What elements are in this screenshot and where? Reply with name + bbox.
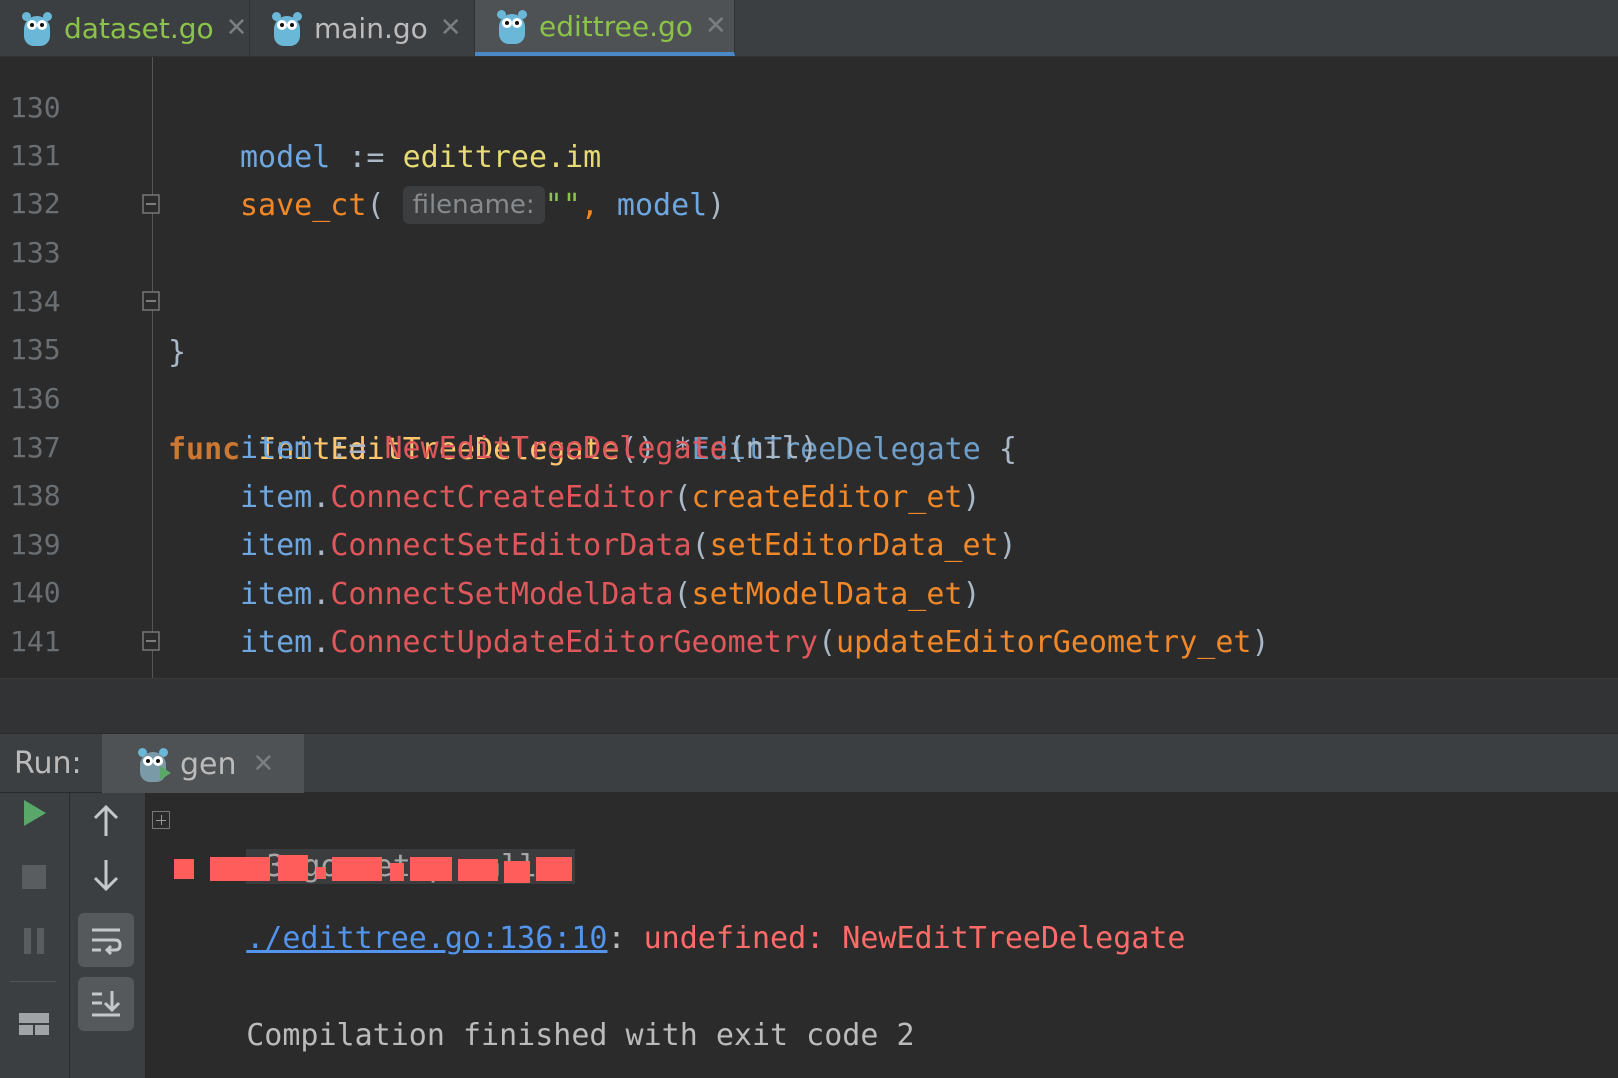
error-source-link[interactable]: ./edittree.go:136:10	[246, 921, 607, 956]
fold-icon[interactable]	[141, 193, 161, 215]
code-line-138[interactable]: 138 item.ConnectSetEditorData(setEditorD…	[0, 421, 1618, 563]
code-line-140[interactable]: 140 item.ConnectUpdateEditorGeometry(upd…	[0, 518, 1618, 660]
toolbar-divider	[10, 981, 56, 982]
run-console-output[interactable]: <3 go setup calls> ./edittree.go:136:10:…	[146, 793, 1618, 1078]
error-message: undefined: NewEditTreeDelegate	[643, 921, 1186, 956]
run-tab-label: gen	[180, 746, 237, 782]
code-line-135[interactable]: 135 func InitEditTreeDelegate() *EditTre…	[0, 275, 1618, 467]
line-number: 142	[10, 665, 90, 678]
run-icon[interactable]	[14, 793, 54, 833]
run-label: Run:	[14, 746, 82, 781]
fold-icon[interactable]	[141, 630, 161, 652]
run-tool-window-header: Run: gen ✕	[0, 733, 1618, 794]
code-editor[interactable]: 130 model := edittree.im 131 save_ct( fi…	[0, 57, 1618, 678]
code-line-133[interactable]: 133 }	[0, 178, 1618, 370]
console-toolbar	[70, 793, 146, 1078]
scroll-to-end-icon[interactable]	[78, 977, 134, 1031]
code-line-134[interactable]: 134	[0, 227, 1618, 318]
tab-label: dataset.go	[64, 11, 214, 45]
pause-icon[interactable]	[14, 921, 54, 961]
run-indicator-icon	[160, 766, 171, 780]
tab-label: edittree.go	[539, 9, 693, 43]
console-line-error: ./edittree.go:136:10: undefined: NewEdit…	[246, 921, 1186, 956]
stop-icon[interactable]	[14, 857, 54, 897]
tab-dataset-go[interactable]: dataset.go ✕	[0, 0, 250, 56]
close-icon[interactable]: ✕	[440, 13, 462, 43]
gopher-icon	[22, 10, 52, 46]
tab-label: main.go	[314, 11, 428, 45]
code-line-141[interactable]: 141 return item	[0, 567, 1618, 678]
code-line-142[interactable]: 142 }	[0, 615, 1618, 678]
code-line-139[interactable]: 139 item.ConnectSetModelData(setModelDat…	[0, 470, 1618, 612]
console-line-setup: <3 go setup calls>	[174, 792, 576, 884]
fold-icon[interactable]	[141, 290, 161, 312]
gopher-icon	[272, 10, 302, 46]
close-icon[interactable]: ✕	[226, 13, 248, 43]
close-icon[interactable]: ✕	[705, 11, 727, 41]
run-tab-gen[interactable]: gen ✕	[102, 734, 304, 794]
layout-icon[interactable]	[14, 1003, 54, 1043]
expand-icon[interactable]	[152, 811, 170, 829]
code-line-131[interactable]: 131 save_ct( filename: "", model)	[0, 81, 1618, 224]
soft-wrap-icon[interactable]	[78, 913, 134, 967]
down-arrow-icon[interactable]	[78, 847, 134, 903]
code-line-130[interactable]: 130 model := edittree.im	[0, 57, 1618, 175]
code-line-137[interactable]: 137 item.ConnectCreateEditor(createEdito…	[0, 373, 1618, 515]
tab-edittree-go[interactable]: edittree.go ✕	[475, 0, 735, 56]
up-arrow-icon[interactable]	[78, 793, 134, 849]
code-line-136[interactable]: 136 item := NewEditTreeDelegate(nil)	[0, 324, 1618, 466]
gopher-icon	[497, 8, 527, 44]
panel-splitter[interactable]	[0, 678, 1618, 733]
tab-main-go[interactable]: main.go ✕	[250, 0, 475, 56]
code-line-132[interactable]: 132	[0, 129, 1618, 220]
run-toolbar	[0, 793, 70, 1078]
exit-status: Compilation finished with exit code 2	[246, 1018, 915, 1053]
editor-tab-bar: dataset.go ✕ main.go ✕ edittree.go ✕	[0, 0, 1618, 57]
close-icon[interactable]: ✕	[253, 749, 275, 779]
console-line-finished: Compilation finished with exit code 2	[174, 961, 914, 1053]
